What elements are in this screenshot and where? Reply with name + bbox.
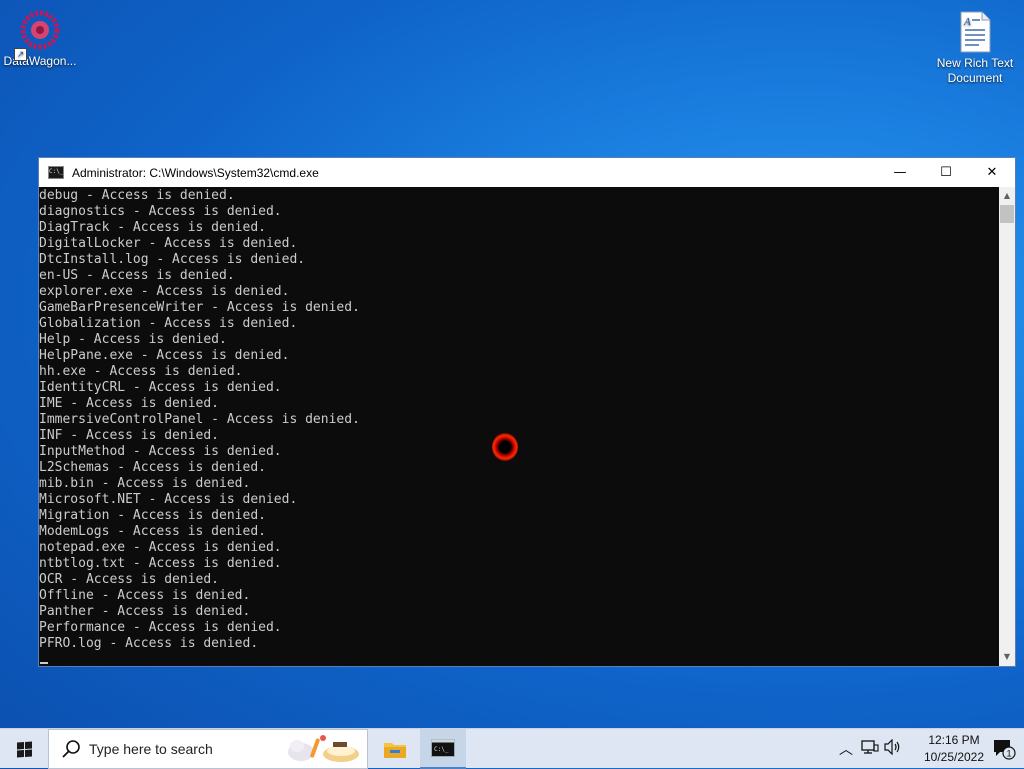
cmd-window[interactable]: C:\_ Administrator: C:\Windows\System32\… [38, 157, 1016, 667]
maximize-button[interactable]: ☐ [923, 158, 969, 187]
console-line: Help - Access is denied. [39, 332, 227, 347]
console-line: Offline - Access is denied. [39, 588, 251, 603]
console-line: OCR - Access is denied. [39, 572, 220, 587]
command-prompt-taskbar-button[interactable]: C:\_ [420, 729, 466, 769]
console-line: Panther - Access is denied. [39, 604, 251, 619]
text-cursor [40, 662, 48, 664]
scroll-thumb[interactable] [1000, 205, 1014, 223]
scroll-down-arrow-icon[interactable]: ▼ [999, 650, 1015, 664]
mouse-pointer [492, 433, 518, 461]
console-output[interactable]: debug - Access is denied. diagnostics - … [39, 187, 1000, 666]
notification-count: 1 [1006, 749, 1011, 759]
scroll-up-arrow-icon[interactable]: ▲ [999, 189, 1015, 203]
window-title: Administrator: C:\Windows\System32\cmd.e… [72, 165, 319, 180]
desktop-icon-label-line1: New Rich Text [936, 56, 1014, 70]
search-placeholder: Type here to search [89, 741, 213, 757]
windows-logo-icon [16, 740, 32, 758]
notification-center-button[interactable]: 1 [984, 729, 1024, 769]
console-line: Globalization - Access is denied. [39, 316, 298, 331]
console-line: explorer.exe - Access is denied. [39, 284, 290, 299]
console-line: INF - Access is denied. [39, 428, 220, 443]
command-prompt-icon: C:\_ [48, 166, 64, 179]
search-highlight-art-icon [288, 735, 359, 762]
search-icon [62, 740, 80, 758]
vertical-scrollbar[interactable]: ▲ ▼ [999, 187, 1015, 666]
console-line: ntbtlog.txt - Access is denied. [39, 556, 282, 571]
console-line: DigitalLocker - Access is denied. [39, 236, 298, 251]
console-line: debug - Access is denied. [39, 188, 235, 203]
console-line: hh.exe - Access is denied. [39, 364, 243, 379]
console-line: diagnostics - Access is denied. [39, 204, 282, 219]
console-line: HelpPane.exe - Access is denied. [39, 348, 290, 363]
network-icon[interactable] [861, 739, 879, 755]
notification-icon: 1 [994, 740, 1016, 760]
desktop-icon-label-line2: Document [947, 71, 1003, 85]
taskbar: Type here to search C:\_ ︿ 12:16 PM 10/2… [0, 728, 1024, 769]
console-line: GameBarPresenceWriter - Access is denied… [39, 300, 360, 315]
desktop-icon-rich-text-document[interactable]: A New Rich Text Document [935, 10, 1015, 86]
shortcut-arrow-icon: ↗ [14, 48, 27, 61]
console-line: DtcInstall.log - Access is denied. [39, 252, 306, 267]
console-line: IME - Access is denied. [39, 396, 220, 411]
chevron-up-icon[interactable]: ︿ [839, 739, 853, 759]
start-button[interactable] [0, 729, 48, 769]
file-explorer-button[interactable] [372, 729, 418, 769]
datawagon-app-icon [20, 10, 60, 50]
console-line: IdentityCRL - Access is denied. [39, 380, 282, 395]
console-line: en-US - Access is denied. [39, 268, 235, 283]
console-line: ModemLogs - Access is denied. [39, 524, 266, 539]
console-line: mib.bin - Access is denied. [39, 476, 251, 491]
console-line: Performance - Access is denied. [39, 620, 282, 635]
rich-text-document-icon: A [960, 11, 991, 53]
title-bar[interactable]: C:\_ Administrator: C:\Windows\System32\… [39, 158, 1015, 187]
minimize-button[interactable]: — [877, 158, 923, 187]
desktop-icon-datawagon[interactable]: ↗ DataWagon... [0, 8, 80, 69]
svg-text:C:\_: C:\_ [434, 746, 449, 753]
svg-text:A: A [963, 16, 971, 28]
console-line: DiagTrack - Access is denied. [39, 220, 266, 235]
console-line: Microsoft.NET - Access is denied. [39, 492, 298, 507]
console-line: PFRO.log - Access is denied. [39, 636, 259, 651]
folder-icon [384, 743, 406, 758]
console-line: ImmersiveControlPanel - Access is denied… [39, 412, 360, 427]
close-button[interactable]: ✕ [969, 158, 1015, 187]
console-line: Migration - Access is denied. [39, 508, 266, 523]
console-line: notepad.exe - Access is denied. [39, 540, 282, 555]
search-box[interactable]: Type here to search [48, 729, 368, 769]
console-line: InputMethod - Access is denied. [39, 444, 282, 459]
command-prompt-icon: C:\_ [431, 739, 455, 757]
console-line: L2Schemas - Access is denied. [39, 460, 266, 475]
volume-icon[interactable] [884, 739, 902, 755]
